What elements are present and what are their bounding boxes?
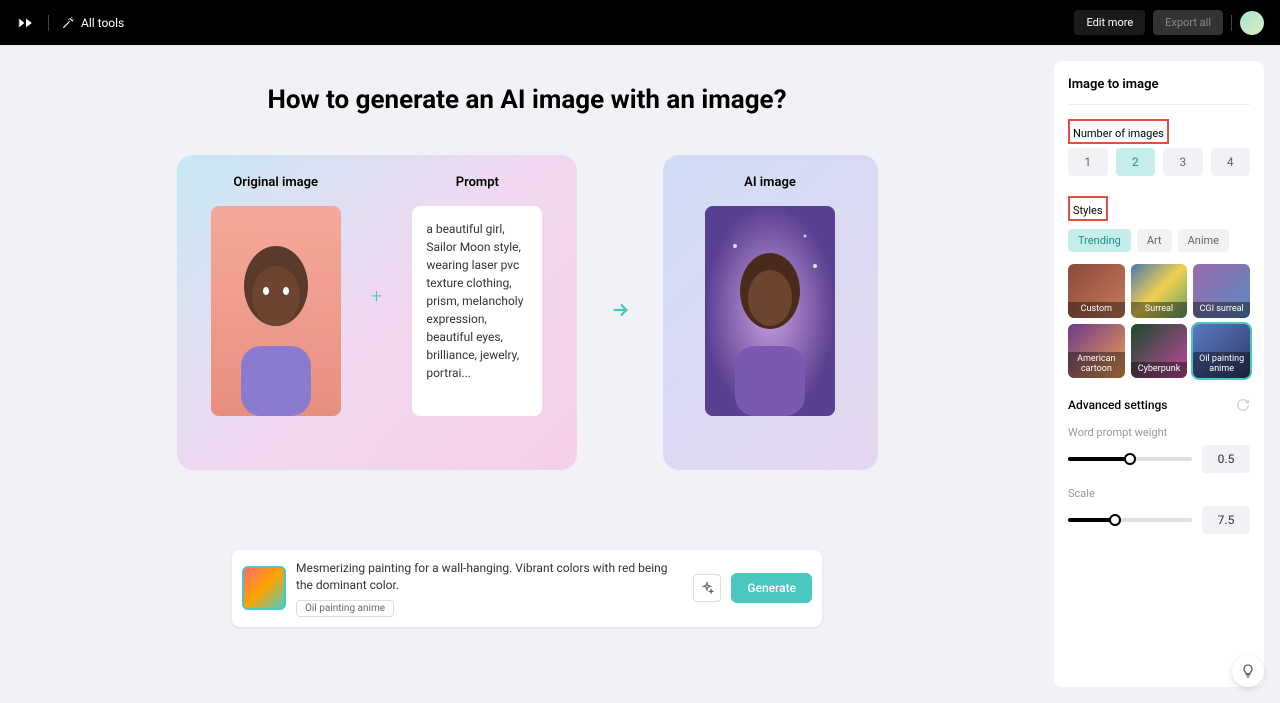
num-option-1[interactable]: 1 — [1068, 148, 1108, 176]
prompt-label: Prompt — [456, 175, 499, 190]
num-images-row: 1234 — [1068, 148, 1250, 176]
page-title: How to generate an AI image with an imag… — [267, 85, 786, 115]
all-tools-label: All tools — [81, 16, 124, 30]
scale-value[interactable]: 7.5 — [1202, 506, 1250, 534]
style-label: Surreal — [1131, 302, 1188, 318]
style-label: Cyberpunk — [1131, 362, 1188, 378]
scale-slider-row: 7.5 — [1068, 506, 1250, 534]
style-tab-art[interactable]: Art — [1137, 229, 1172, 252]
word-weight-slider[interactable] — [1068, 457, 1192, 461]
style-tab-trending[interactable]: Trending — [1068, 229, 1131, 252]
num-option-4[interactable]: 4 — [1211, 148, 1251, 176]
style-custom[interactable]: Custom — [1068, 264, 1125, 318]
style-label: CGI surreal — [1193, 302, 1250, 318]
ai-image — [705, 206, 835, 416]
content-area: How to generate an AI image with an imag… — [0, 45, 1054, 703]
style-american-cartoon[interactable]: American cartoon — [1068, 324, 1125, 378]
app-logo[interactable] — [16, 13, 36, 33]
original-image-label: Original image — [233, 175, 318, 190]
style-surreal[interactable]: Surreal — [1131, 264, 1188, 318]
advanced-settings-row: Advanced settings — [1068, 398, 1250, 412]
style-cgi-surreal[interactable]: CGI surreal — [1193, 264, 1250, 318]
arrow-right-icon — [609, 299, 631, 326]
style-tab-anime[interactable]: Anime — [1178, 229, 1229, 252]
style-tabs: Trending Art Anime — [1068, 229, 1250, 252]
num-option-3[interactable]: 3 — [1163, 148, 1203, 176]
wand-icon — [61, 16, 75, 30]
demo-card-output: AI image — [663, 155, 878, 470]
prompt-text: Mesmerizing painting for a wall-hanging.… — [296, 560, 683, 594]
sparkle-icon — [700, 581, 714, 595]
demo-row: Original image + Prompt a beautiful girl… — [177, 155, 878, 470]
style-label: Oil painting anime — [1193, 352, 1250, 378]
lightbulb-icon — [1240, 663, 1256, 679]
main-area: How to generate an AI image with an imag… — [0, 45, 1280, 703]
enhance-button[interactable] — [693, 574, 721, 602]
divider — [1231, 15, 1232, 31]
styles-label: Styles — [1073, 204, 1103, 217]
scale-slider[interactable] — [1068, 518, 1192, 522]
sidebar-title: Image to image — [1068, 77, 1250, 105]
header-left: All tools — [16, 13, 124, 33]
edit-more-button[interactable]: Edit more — [1074, 10, 1145, 35]
sidebar: Image to image Number of images 1234 Sty… — [1054, 61, 1264, 687]
all-tools-button[interactable]: All tools — [61, 16, 124, 30]
num-option-2[interactable]: 2 — [1116, 148, 1156, 176]
original-image — [211, 206, 341, 416]
prompt-example: a beautiful girl, Sailor Moon style, wea… — [412, 206, 542, 416]
word-weight-label: Word prompt weight — [1068, 426, 1250, 439]
num-images-label: Number of images — [1073, 127, 1164, 140]
style-label: American cartoon — [1068, 352, 1125, 378]
style-label: Custom — [1068, 302, 1125, 318]
style-cyberpunk[interactable]: Cyberpunk — [1131, 324, 1188, 378]
advanced-label: Advanced settings — [1068, 398, 1167, 412]
prompt-thumbnail[interactable] — [242, 566, 286, 610]
ai-image-label: AI image — [744, 175, 796, 190]
user-avatar[interactable] — [1240, 11, 1264, 35]
divider — [48, 15, 49, 31]
num-images-label-highlight: Number of images — [1068, 119, 1169, 144]
prompt-style-tag[interactable]: Oil painting anime — [296, 600, 394, 617]
header-right: Edit more Export all — [1074, 10, 1264, 35]
plus-icon: + — [371, 284, 382, 308]
app-header: All tools Edit more Export all — [0, 0, 1280, 45]
scale-label: Scale — [1068, 487, 1250, 500]
prompt-text-area[interactable]: Mesmerizing painting for a wall-hanging.… — [296, 560, 683, 617]
word-weight-value[interactable]: 0.5 — [1202, 445, 1250, 473]
reset-icon[interactable] — [1236, 398, 1250, 412]
export-all-button[interactable]: Export all — [1153, 10, 1223, 35]
help-button[interactable] — [1232, 655, 1264, 687]
styles-label-highlight: Styles — [1068, 196, 1108, 221]
prompt-bar: Mesmerizing painting for a wall-hanging.… — [232, 550, 822, 627]
word-weight-slider-row: 0.5 — [1068, 445, 1250, 473]
style-oil-painting-anime[interactable]: Oil painting anime — [1193, 324, 1250, 378]
generate-button[interactable]: Generate — [731, 573, 812, 603]
demo-card-input: Original image + Prompt a beautiful girl… — [177, 155, 577, 470]
style-grid: Custom Surreal CGI surreal American cartoon… — [1068, 264, 1250, 378]
